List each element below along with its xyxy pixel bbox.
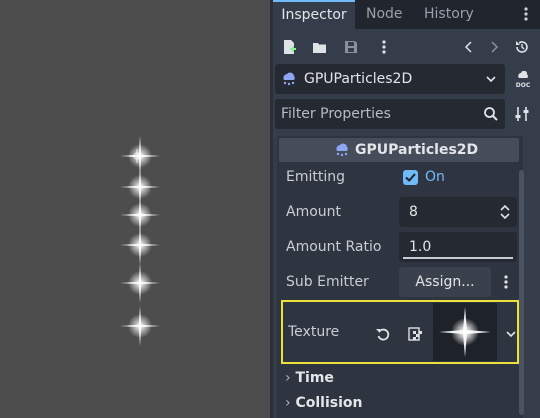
emitting-value[interactable]: On xyxy=(425,169,445,185)
back-icon[interactable] xyxy=(459,37,479,57)
more-options-icon[interactable] xyxy=(374,37,394,57)
amount-ratio-slider[interactable]: 1.0 xyxy=(399,232,517,262)
spinbox-arrows-icon[interactable] xyxy=(499,204,511,220)
chevron-right-icon: › xyxy=(285,395,291,411)
gpu-particles-2d-icon xyxy=(283,72,295,86)
texture-preview[interactable] xyxy=(433,303,497,361)
emitting-label: Emitting xyxy=(286,169,346,185)
particle-sprite xyxy=(120,263,160,303)
gpu-particles-2d-icon xyxy=(336,143,348,157)
forward-icon[interactable] xyxy=(484,37,504,57)
amount-spinbox[interactable]: 8 xyxy=(399,197,517,227)
new-resource-icon[interactable] xyxy=(279,37,299,57)
inspector-scrollbar[interactable] xyxy=(519,170,524,415)
documentation-icon xyxy=(518,71,529,78)
group-time[interactable]: › Time xyxy=(285,370,334,386)
viewport-2d[interactable] xyxy=(0,0,270,418)
inspector-panel: Inspector Node History GPUParticles2D DO… xyxy=(273,0,540,418)
group-collision-label: Collision xyxy=(295,395,363,411)
doc-label: DOC xyxy=(515,82,531,89)
section-title: GPUParticles2D xyxy=(355,142,479,158)
history-icon[interactable] xyxy=(512,37,532,57)
amount-ratio-track xyxy=(403,257,513,259)
open-icon[interactable] xyxy=(310,37,330,57)
dock-menu-icon[interactable] xyxy=(518,6,534,22)
revert-icon[interactable] xyxy=(375,326,391,342)
open-documentation-button[interactable]: DOC xyxy=(512,69,534,91)
amount-ratio-label: Amount Ratio xyxy=(286,239,382,255)
group-collision[interactable]: › Collision xyxy=(285,395,363,411)
texture-label: Texture xyxy=(288,324,340,340)
amount-label: Amount xyxy=(286,204,342,220)
particle-emitter-gizmo-icon[interactable] xyxy=(127,146,147,166)
search-icon xyxy=(484,107,498,121)
tab-inspector[interactable]: Inspector xyxy=(273,0,355,29)
tab-history[interactable]: History xyxy=(424,0,474,29)
emitting-checkbox[interactable] xyxy=(403,170,418,185)
assign-button[interactable]: Assign... xyxy=(399,267,491,297)
gpu-particles-2d-section: GPUParticles2D Emitting On Amount 8 Amou… xyxy=(277,136,523,418)
group-time-label: Time xyxy=(295,370,334,386)
texture-property-row: Texture xyxy=(281,300,519,364)
particle-sprite xyxy=(120,306,160,346)
filter-properties-input[interactable]: Filter Properties xyxy=(275,99,505,129)
chevron-right-icon: › xyxy=(285,370,291,386)
chevron-down-icon xyxy=(486,76,496,83)
tab-node[interactable]: Node xyxy=(366,0,403,29)
make-unique-icon[interactable] xyxy=(407,326,423,342)
node-selector[interactable]: GPUParticles2D xyxy=(275,64,505,94)
inspector-settings-icon[interactable] xyxy=(512,104,532,124)
more-options-icon[interactable] xyxy=(498,274,514,290)
checkmark-icon xyxy=(405,173,416,182)
filter-placeholder: Filter Properties xyxy=(281,106,391,122)
dock-tabs: Inspector Node History xyxy=(273,0,540,29)
sub-emitter-label: Sub Emitter xyxy=(286,274,369,290)
amount-ratio-fill xyxy=(403,257,513,259)
save-icon[interactable] xyxy=(341,37,361,57)
amount-value: 8 xyxy=(409,204,418,220)
sparkle-texture-icon xyxy=(439,307,491,357)
node-selector-label: GPUParticles2D xyxy=(304,71,413,87)
section-header[interactable]: GPUParticles2D xyxy=(279,138,519,162)
chevron-down-icon[interactable] xyxy=(505,328,517,340)
